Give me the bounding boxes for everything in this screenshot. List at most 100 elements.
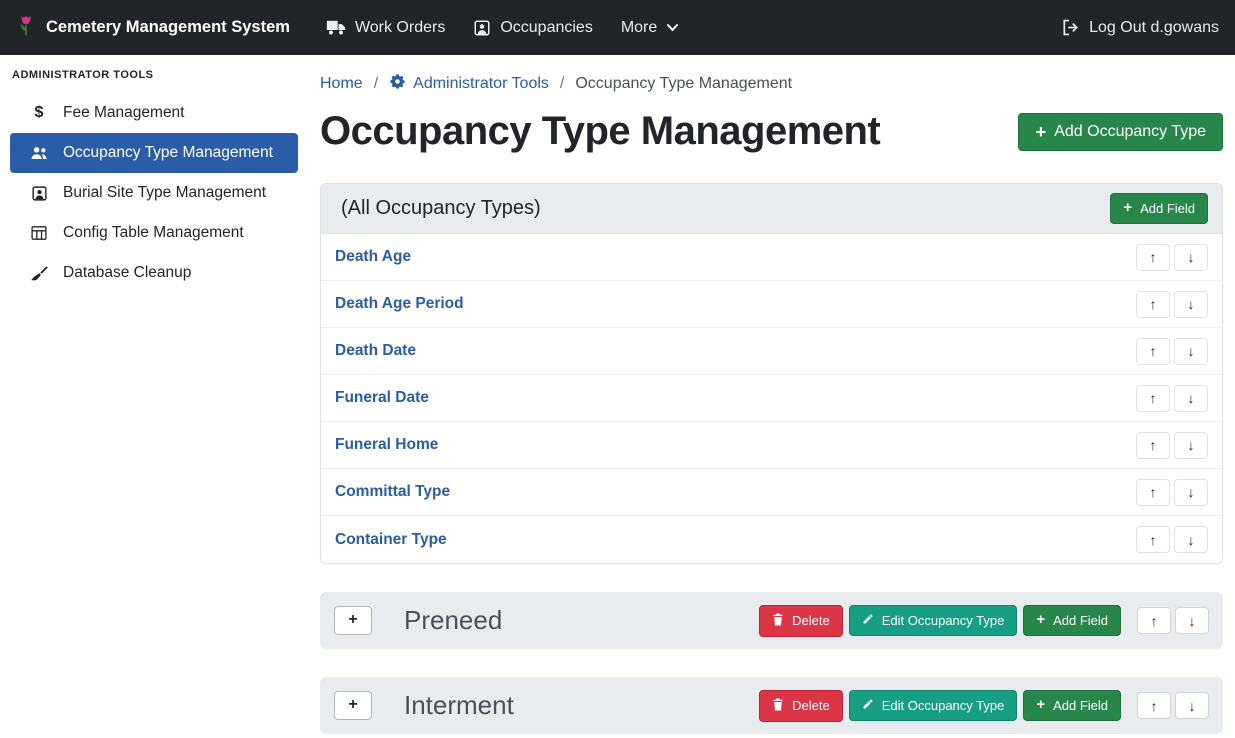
person-frame-icon	[28, 185, 50, 202]
sidebar-item-label: Database Cleanup	[63, 264, 191, 282]
nav-occupancies[interactable]: Occupancies	[473, 19, 593, 37]
plus-icon: +	[1123, 201, 1132, 216]
field-row: Death Date ↑ ↓	[321, 328, 1222, 375]
move-up-button[interactable]: ↑	[1136, 291, 1170, 318]
sidebar-item-occupancy-type-management[interactable]: Occupancy Type Management	[10, 133, 298, 173]
breadcrumb-separator: /	[560, 75, 564, 93]
breadcrumb-home-link[interactable]: Home	[320, 75, 363, 93]
move-up-button[interactable]: ↑	[1136, 432, 1170, 459]
move-up-button[interactable]: ↑	[1137, 692, 1171, 719]
nav-more[interactable]: More	[621, 19, 679, 37]
sidebar-section-title: ADMINISTRATOR TOOLS	[0, 55, 308, 93]
add-field-button[interactable]: + Add Field	[1023, 690, 1121, 721]
add-field-button[interactable]: + Add Field	[1110, 193, 1208, 224]
main-content: Home / Administrator Tools / Occupancy T…	[320, 55, 1223, 734]
nav-label: Work Orders	[355, 19, 445, 37]
pencil-icon	[862, 698, 874, 713]
move-down-button[interactable]: ↓	[1174, 479, 1208, 506]
pencil-icon	[862, 613, 874, 628]
field-link[interactable]: Funeral Date	[335, 389, 429, 407]
logout-label: Log Out d.gowans	[1089, 19, 1219, 37]
broom-icon	[28, 265, 50, 282]
logout-button[interactable]: Log Out d.gowans	[1061, 19, 1219, 37]
card-header: (All Occupancy Types) + Add Field	[321, 184, 1222, 234]
occupancy-type-section-preneed: + Preneed Delete Edit Occupancy Type	[320, 592, 1223, 649]
sidebar-item-label: Occupancy Type Management	[63, 144, 273, 162]
add-occupancy-type-button[interactable]: + Add Occupancy Type	[1018, 113, 1223, 151]
move-up-button[interactable]: ↑	[1136, 244, 1170, 271]
delete-button[interactable]: Delete	[759, 690, 843, 722]
sidebar-item-label: Fee Management	[63, 104, 185, 122]
field-link[interactable]: Funeral Home	[335, 436, 438, 454]
move-down-button[interactable]: ↓	[1175, 692, 1209, 719]
breadcrumb-current: Occupancy Type Management	[575, 75, 792, 93]
dollar-icon: $	[28, 104, 50, 122]
field-row: Container Type ↑ ↓	[321, 516, 1222, 563]
expand-button[interactable]: +	[334, 606, 372, 635]
occupancy-type-name: Preneed	[404, 605, 502, 636]
move-down-button[interactable]: ↓	[1174, 338, 1208, 365]
edit-occupancy-type-button[interactable]: Edit Occupancy Type	[849, 605, 1018, 636]
button-label: Add Field	[1053, 698, 1108, 713]
nav-label: Occupancies	[500, 19, 593, 37]
move-down-button[interactable]: ↓	[1174, 244, 1208, 271]
move-up-button[interactable]: ↑	[1136, 385, 1170, 412]
plus-icon: +	[1035, 123, 1046, 141]
person-frame-icon	[473, 19, 491, 37]
table-icon	[28, 225, 50, 241]
button-label: Add Occupancy Type	[1054, 123, 1206, 141]
truck-icon	[326, 19, 346, 36]
move-up-button[interactable]: ↑	[1136, 526, 1170, 553]
sidebar-item-label: Burial Site Type Management	[63, 184, 266, 202]
occupancy-type-name: Interment	[404, 690, 514, 721]
nav-work-orders[interactable]: Work Orders	[326, 19, 445, 37]
field-row: Committal Type ↑ ↓	[321, 469, 1222, 516]
trash-icon	[772, 698, 784, 714]
gear-icon	[389, 73, 406, 95]
nav-label: More	[621, 19, 657, 37]
field-row: Funeral Home ↑ ↓	[321, 422, 1222, 469]
top-navbar: Cemetery Management System Work Orders O…	[0, 0, 1235, 55]
occupancy-type-section-interment: + Interment Delete Edit Occupancy Type	[320, 677, 1223, 734]
page-title: Occupancy Type Management	[320, 107, 880, 155]
field-link[interactable]: Death Date	[335, 342, 416, 360]
move-up-button[interactable]: ↑	[1137, 607, 1171, 634]
plus-icon: +	[1036, 613, 1045, 628]
button-label: Edit Occupancy Type	[882, 698, 1005, 713]
expand-button[interactable]: +	[334, 691, 372, 720]
sidebar: ADMINISTRATOR TOOLS $ Fee Management Occ…	[0, 55, 308, 293]
add-field-button[interactable]: + Add Field	[1023, 605, 1121, 636]
move-down-button[interactable]: ↓	[1174, 291, 1208, 318]
button-label: Delete	[792, 698, 830, 713]
sidebar-item-burial-site-type-management[interactable]: Burial Site Type Management	[10, 173, 298, 213]
delete-button[interactable]: Delete	[759, 605, 843, 637]
trash-icon	[772, 613, 784, 629]
field-row: Funeral Date ↑ ↓	[321, 375, 1222, 422]
sidebar-item-database-cleanup[interactable]: Database Cleanup	[10, 253, 298, 293]
edit-occupancy-type-button[interactable]: Edit Occupancy Type	[849, 690, 1018, 721]
button-label: Add Field	[1140, 201, 1195, 216]
field-row: Death Age ↑ ↓	[321, 234, 1222, 281]
sidebar-item-label: Config Table Management	[63, 224, 244, 242]
move-up-button[interactable]: ↑	[1136, 338, 1170, 365]
sidebar-item-config-table-management[interactable]: Config Table Management	[10, 213, 298, 253]
plus-icon: +	[1036, 698, 1045, 713]
card-title: (All Occupancy Types)	[341, 197, 541, 220]
field-link[interactable]: Death Age Period	[335, 295, 464, 313]
app-brand[interactable]: Cemetery Management System	[16, 12, 290, 43]
move-down-button[interactable]: ↓	[1175, 607, 1209, 634]
move-down-button[interactable]: ↓	[1174, 432, 1208, 459]
logout-icon	[1061, 19, 1080, 36]
app-title: Cemetery Management System	[46, 18, 290, 37]
flower-logo-icon	[16, 12, 36, 43]
breadcrumb-admin-tools-link[interactable]: Administrator Tools	[413, 75, 549, 93]
move-down-button[interactable]: ↓	[1174, 526, 1208, 553]
field-link[interactable]: Committal Type	[335, 483, 450, 501]
move-down-button[interactable]: ↓	[1174, 385, 1208, 412]
sidebar-item-fee-management[interactable]: $ Fee Management	[10, 93, 298, 133]
field-row: Death Age Period ↑ ↓	[321, 281, 1222, 328]
move-up-button[interactable]: ↑	[1136, 479, 1170, 506]
field-link[interactable]: Container Type	[335, 531, 447, 549]
field-link[interactable]: Death Age	[335, 248, 411, 266]
all-occupancy-types-card: (All Occupancy Types) + Add Field Death …	[320, 183, 1223, 564]
